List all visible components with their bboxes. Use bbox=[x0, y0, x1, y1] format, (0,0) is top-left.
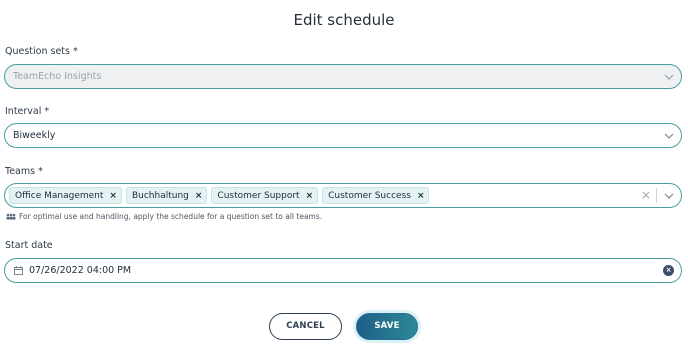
interval-value: Biweekly bbox=[13, 130, 56, 141]
team-chip: Customer Support × bbox=[211, 187, 319, 204]
team-chip: Customer Success × bbox=[322, 187, 430, 204]
team-chip: Office Management × bbox=[9, 187, 122, 204]
teams-chip-list: Office Management × Buchhaltung × Customer… bbox=[9, 187, 433, 204]
interval-select[interactable]: Biweekly bbox=[4, 123, 682, 148]
team-chip-label: Customer Success bbox=[328, 190, 411, 201]
remove-chip-icon[interactable]: × bbox=[306, 191, 314, 201]
start-date-input[interactable]: 07/26/2022 04:00 PM × bbox=[4, 258, 682, 283]
clear-all-icon[interactable]: × bbox=[641, 188, 651, 202]
divider bbox=[656, 188, 657, 203]
chevron-down-icon bbox=[664, 74, 674, 80]
dialog-title: Edit schedule bbox=[293, 11, 395, 29]
team-chip-label: Office Management bbox=[15, 190, 104, 201]
team-chip-label: Buchhaltung bbox=[131, 190, 189, 201]
save-button[interactable]: SAVE bbox=[356, 313, 418, 340]
question-sets-select: TeamEcho Insights bbox=[4, 64, 682, 89]
remove-chip-icon[interactable]: × bbox=[195, 191, 203, 201]
teams-hint: For optimal use and handling, apply the … bbox=[6, 212, 322, 221]
start-date-value: 07/26/2022 04:00 PM bbox=[29, 265, 132, 276]
question-sets-label: Question sets * bbox=[5, 46, 78, 57]
chevron-down-icon[interactable] bbox=[664, 132, 674, 140]
cancel-button[interactable]: CANCEL bbox=[269, 313, 342, 340]
clear-circle-icon[interactable]: × bbox=[663, 265, 674, 276]
remove-chip-icon[interactable]: × bbox=[109, 191, 117, 201]
start-date-label: Start date bbox=[5, 240, 53, 251]
interval-label: Interval * bbox=[5, 106, 50, 117]
team-chip-label: Customer Support bbox=[217, 190, 300, 201]
teams-hint-text: For optimal use and handling, apply the … bbox=[19, 212, 323, 221]
team-chip: Buchhaltung × bbox=[125, 187, 208, 204]
people-icon bbox=[6, 213, 16, 220]
calendar-icon bbox=[14, 266, 23, 275]
teams-multiselect[interactable]: Office Management × Buchhaltung × Customer… bbox=[4, 183, 682, 208]
question-sets-value: TeamEcho Insights bbox=[13, 71, 102, 82]
chevron-down-icon[interactable] bbox=[664, 192, 674, 200]
teams-label: Teams * bbox=[5, 166, 43, 177]
remove-chip-icon[interactable]: × bbox=[417, 191, 425, 201]
